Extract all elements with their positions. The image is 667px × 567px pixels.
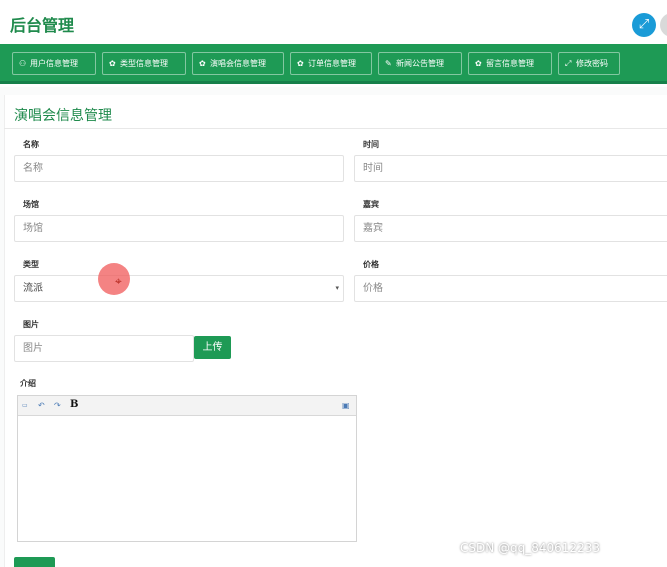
nav-item-users[interactable]: ⚇ 用户信息管理 (12, 52, 96, 75)
bold-icon[interactable]: B (70, 398, 78, 412)
expand-icon[interactable]: ⤢ (632, 13, 656, 37)
nav-item-messages[interactable]: ✿ 留言信息管理 (468, 52, 552, 75)
app-title: 后台管理 (10, 16, 75, 35)
click-indicator (98, 263, 130, 295)
name-input[interactable]: 名称 (14, 155, 344, 182)
submit-button[interactable] (14, 557, 55, 567)
chevron-down-icon: ▾ (335, 284, 339, 292)
time-label: 时间 (363, 140, 379, 149)
price-label: 价格 (363, 260, 379, 269)
edit-icon: ✎ (385, 59, 392, 68)
intro-label: 介绍 (20, 379, 36, 388)
gear-icon: ✿ (475, 59, 482, 68)
nav-item-password[interactable]: ⤢ 修改密码 (558, 52, 620, 75)
watermark: CSDN @qq_840612233 (460, 541, 600, 555)
gear-icon: ✿ (199, 59, 206, 68)
main-nav: ⚇ 用户信息管理 ✿ 类型信息管理 ✿ 演唱会信息管理 ✿ 订单信息管理 ✎ 新闻公告管理… (0, 44, 667, 84)
undo-icon[interactable]: ↶ (38, 399, 45, 413)
nav-item-types[interactable]: ✿ 类型信息管理 (102, 52, 186, 75)
image-input[interactable]: 图片 (14, 335, 194, 362)
type-select[interactable]: 流派 ▾ (14, 275, 344, 302)
type-selected-value: 流派 (23, 283, 43, 294)
arrows-icon: ⤢ (565, 59, 572, 68)
guest-label: 嘉宾 (363, 200, 379, 209)
upload-button[interactable]: 上传 (194, 336, 231, 359)
user-icon: ⚇ (19, 59, 27, 68)
html-source-icon[interactable]: ▭ (22, 399, 28, 413)
venue-placeholder: 场馆 (23, 223, 43, 234)
redo-icon[interactable]: ↷ (54, 399, 61, 413)
fullscreen-icon[interactable]: ▣ (342, 399, 350, 413)
price-input[interactable]: 价格 (354, 275, 667, 302)
editor-toolbar: ▭ ↶ ↷ B ▣ (18, 396, 356, 416)
image-placeholder: 图片 (23, 343, 43, 354)
name-label: 名称 (23, 140, 39, 149)
price-placeholder: 价格 (363, 283, 383, 294)
name-placeholder: 名称 (23, 163, 43, 174)
nav-item-orders[interactable]: ✿ 订单信息管理 (290, 52, 372, 75)
time-input[interactable]: 时间 (354, 155, 667, 182)
venue-input[interactable]: 场馆 (14, 215, 344, 242)
divider (4, 128, 667, 129)
venue-label: 场馆 (23, 200, 39, 209)
nav-item-news[interactable]: ✎ 新闻公告管理 (378, 52, 462, 75)
top-bar: 后台管理 ⤢ (0, 0, 667, 44)
rich-text-editor[interactable]: ▭ ↶ ↷ B ▣ (17, 395, 357, 542)
image-label: 图片 (23, 320, 39, 329)
guest-placeholder: 嘉宾 (363, 223, 383, 234)
avatar[interactable] (660, 13, 667, 37)
gear-icon: ✿ (109, 59, 116, 68)
pointer-icon: ⌖ (115, 274, 122, 288)
nav-item-concerts[interactable]: ✿ 演唱会信息管理 (192, 52, 284, 75)
page-title: 演唱会信息管理 (14, 108, 112, 124)
guest-input[interactable]: 嘉宾 (354, 215, 667, 242)
type-label: 类型 (23, 260, 39, 269)
gear-icon: ✿ (297, 59, 304, 68)
time-placeholder: 时间 (363, 163, 383, 174)
